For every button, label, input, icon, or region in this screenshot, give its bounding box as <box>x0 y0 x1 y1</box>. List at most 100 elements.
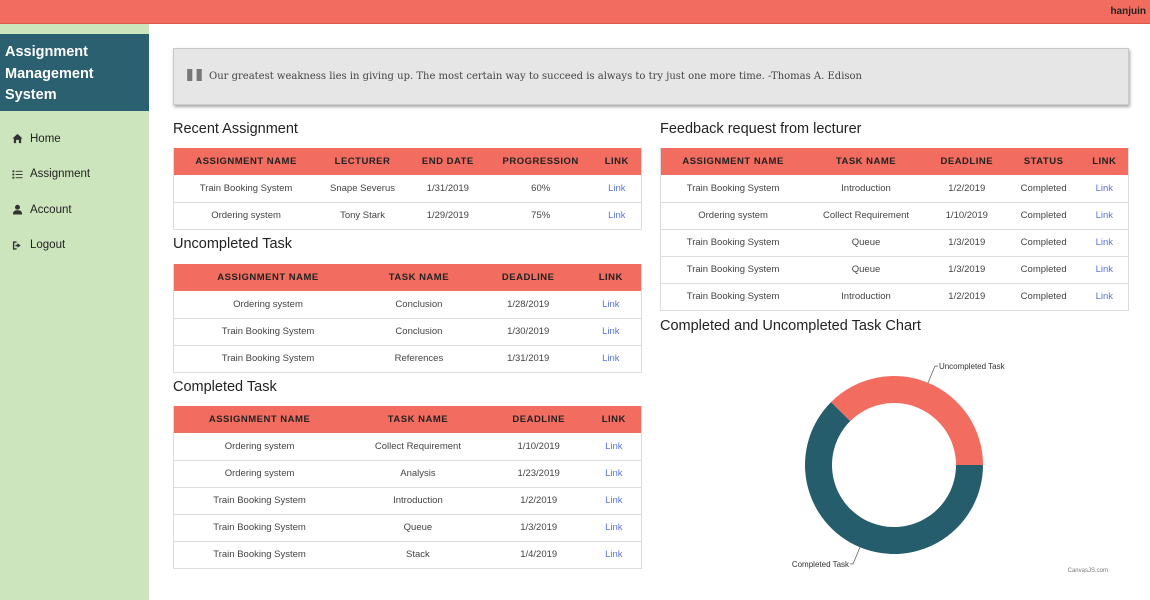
column-header: STATUS <box>1006 148 1081 175</box>
task-name-cell: Collect Requirement <box>805 202 927 230</box>
sidebar-item-logout[interactable]: Logout <box>0 228 149 264</box>
feedback-request-title: Feedback request from lecturer <box>660 121 862 137</box>
assignment-name-cell: Ordering system <box>173 433 346 461</box>
column-header: LINK <box>1080 148 1129 175</box>
lecturer-cell: Tony Stark <box>318 202 407 230</box>
end-date-cell: 1/29/2019 <box>406 202 489 230</box>
table-header-row: ASSIGNMENT NAME TASK NAME DEADLINE LINK <box>173 264 642 291</box>
link-cell: Link <box>586 487 642 515</box>
column-header: TASK NAME <box>805 148 927 175</box>
sidebar-item-label: Assignment <box>30 168 91 181</box>
sidebar-nav: Home Assignment Account Logout <box>0 121 149 263</box>
end-date-cell: 1/31/2019 <box>406 175 489 203</box>
deadline-cell: 1/3/2019 <box>926 256 1007 284</box>
link-cell: Link <box>586 433 642 461</box>
chart-credit[interactable]: CanvasJS.com <box>1068 568 1108 574</box>
assignment-name-cell: Ordering system <box>173 202 319 230</box>
uncompleted-task-table: ASSIGNMENT NAME TASK NAME DEADLINE LINK … <box>173 264 642 373</box>
table-row: Train Booking System Introduction 1/2/20… <box>660 175 1129 203</box>
quote-text: Our greatest weakness lies in giving up.… <box>209 71 862 82</box>
table-row: Ordering system Collect Requirement 1/10… <box>173 433 642 461</box>
link-cell: Link <box>580 345 642 373</box>
row-link[interactable]: Link <box>605 468 622 479</box>
table-row: Ordering system Collect Requirement 1/10… <box>660 202 1129 230</box>
row-link[interactable]: Link <box>602 353 619 364</box>
assignment-name-cell: Train Booking System <box>173 175 319 203</box>
table-row: Ordering system Conclusion 1/28/2019 Lin… <box>173 291 642 319</box>
table-row: Train Booking System Queue 1/3/2019 Comp… <box>660 229 1129 257</box>
sidebar-item-label: Home <box>30 132 61 145</box>
assignment-name-cell: Ordering system <box>660 202 806 230</box>
sidebar-item-account[interactable]: Account <box>0 192 149 228</box>
deadline-cell: 1/2/2019 <box>926 175 1007 203</box>
brand-title[interactable]: Assignment Management System <box>0 34 149 111</box>
row-link[interactable]: Link <box>1096 210 1113 221</box>
slice-label-leader <box>927 365 938 383</box>
column-header: ASSIGNMENT NAME <box>173 264 363 291</box>
row-link[interactable]: Link <box>1096 264 1113 275</box>
table-row: Train Booking System Queue 1/3/2019 Link <box>173 514 642 542</box>
task-name-cell: Collect Requirement <box>345 433 491 461</box>
deadline-cell: 1/10/2019 <box>490 433 587 461</box>
row-link[interactable]: Link <box>602 326 619 337</box>
row-link[interactable]: Link <box>608 183 625 194</box>
completed-task-title: Completed Task <box>173 379 277 395</box>
assignment-name-cell: Train Booking System <box>660 175 806 203</box>
link-cell: Link <box>1080 175 1129 203</box>
sidebar-item-assignment[interactable]: Assignment <box>0 157 149 193</box>
row-link[interactable]: Link <box>1096 291 1113 302</box>
top-bar: hanjuin <box>0 0 1150 24</box>
column-header: END DATE <box>406 148 489 175</box>
status-cell: Completed <box>1006 229 1081 257</box>
task-name-cell: Queue <box>805 229 927 257</box>
table-row: Ordering system Analysis 1/23/2019 Link <box>173 460 642 488</box>
assignment-name-cell: Train Booking System <box>660 283 806 311</box>
assignment-name-cell: Train Booking System <box>173 487 346 515</box>
row-link[interactable]: Link <box>605 441 622 452</box>
link-cell: Link <box>580 318 642 346</box>
task-name-cell: Conclusion <box>362 318 476 346</box>
column-header: LECTURER <box>318 148 407 175</box>
deadline-cell: 1/2/2019 <box>926 283 1007 311</box>
deadline-cell: 1/23/2019 <box>490 460 587 488</box>
link-cell: Link <box>592 202 642 230</box>
sidebar-item-label: Account <box>30 203 72 216</box>
task-name-cell: Queue <box>345 514 491 542</box>
deadline-cell: 1/3/2019 <box>490 514 587 542</box>
column-header: DEADLINE <box>475 264 581 291</box>
feedback-request-table: ASSIGNMENT NAME TASK NAME DEADLINE STATU… <box>660 148 1129 311</box>
completed-task-table: ASSIGNMENT NAME TASK NAME DEADLINE LINK … <box>173 406 642 569</box>
task-name-cell: Analysis <box>345 460 491 488</box>
table-row: Train Booking System References 1/31/201… <box>173 345 642 373</box>
row-link[interactable]: Link <box>605 549 622 560</box>
deadline-cell: 1/30/2019 <box>475 318 581 346</box>
link-cell: Link <box>580 291 642 319</box>
row-link[interactable]: Link <box>1096 237 1113 248</box>
row-link[interactable]: Link <box>605 495 622 506</box>
assignment-name-cell: Train Booking System <box>173 345 363 373</box>
column-header: DEADLINE <box>926 148 1007 175</box>
table-row: Train Booking System Snape Severus 1/31/… <box>173 175 642 203</box>
row-link[interactable]: Link <box>608 210 625 221</box>
recent-assignment-title: Recent Assignment <box>173 121 298 137</box>
donut-slice-uncompleted-task[interactable] <box>831 376 983 465</box>
table-header-row: ASSIGNMENT NAME TASK NAME DEADLINE LINK <box>173 406 642 433</box>
sidebar: Assignment Management System Home Assign… <box>0 24 149 600</box>
column-header: ASSIGNMENT NAME <box>660 148 806 175</box>
status-cell: Completed <box>1006 283 1081 311</box>
link-cell: Link <box>586 460 642 488</box>
slice-label: Uncompleted Task <box>939 362 1006 371</box>
username[interactable]: hanjuin <box>1110 6 1146 17</box>
progression-cell: 60% <box>488 175 593 203</box>
sidebar-item-home[interactable]: Home <box>0 121 149 157</box>
link-cell: Link <box>586 514 642 542</box>
column-header: LINK <box>586 406 642 433</box>
column-header: ASSIGNMENT NAME <box>173 148 319 175</box>
task-name-cell: Introduction <box>805 175 927 203</box>
table-header-row: ASSIGNMENT NAME TASK NAME DEADLINE STATU… <box>660 148 1129 175</box>
row-link[interactable]: Link <box>605 522 622 533</box>
recent-assignment-table: ASSIGNMENT NAME LECTURER END DATE PROGRE… <box>173 148 642 230</box>
row-link[interactable]: Link <box>602 299 619 310</box>
row-link[interactable]: Link <box>1096 183 1113 194</box>
deadline-cell: 1/4/2019 <box>490 541 587 569</box>
